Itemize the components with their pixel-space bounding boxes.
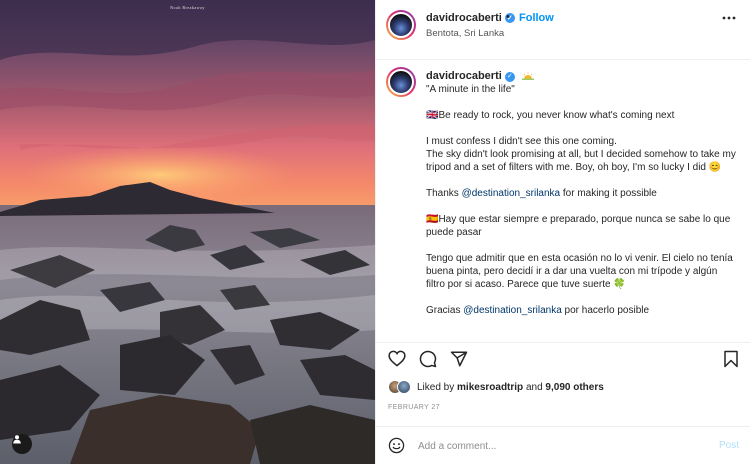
caption-username[interactable]: davidrocaberti: [426, 70, 502, 82]
photo-watermark: Noah Breakaway: [170, 5, 205, 10]
post-photo[interactable]: Noah Breakaway: [0, 0, 375, 464]
seascape-image: [0, 0, 375, 464]
avatar[interactable]: [386, 10, 416, 40]
separator-dot: •: [506, 11, 510, 23]
caption-thanks: Thanks @destination_srilanka for making …: [426, 187, 738, 200]
caption-paragraph: 🇬🇧Be ready to rock, you never know what'…: [426, 110, 675, 121]
caption-paragraph: 🇪🇸Hay que estar siempre e preparado, por…: [426, 214, 731, 238]
action-bar: [376, 342, 750, 374]
follow-button[interactable]: Follow: [519, 12, 554, 24]
caption-thanks-es: Gracias @destination_srilanka por hacerl…: [426, 304, 738, 317]
emoji-icon[interactable]: [388, 437, 405, 454]
caption-thanks-prefix: Thanks: [426, 188, 462, 199]
post-header: davidrocaberti ✓ • Follow Bentota, Sri La…: [376, 0, 750, 60]
likes-middle: and: [523, 381, 546, 393]
liker-username-link[interactable]: mikesroadtrip: [457, 382, 523, 393]
location-link[interactable]: Bentota, Sri Lanka: [426, 28, 504, 39]
more-options-icon[interactable]: [722, 16, 736, 20]
post-date[interactable]: FEBRUARY 27: [388, 404, 440, 411]
post-comment-button[interactable]: Post: [719, 440, 739, 451]
likes-prefix: Liked by: [417, 381, 458, 393]
mention-link[interactable]: @destination_srilanka: [462, 188, 561, 199]
heart-icon[interactable]: [388, 350, 406, 367]
comment-input[interactable]: [418, 436, 698, 456]
caption-thanks-suffix: for making it possible: [560, 188, 657, 199]
author-username-text[interactable]: davidrocaberti: [426, 12, 502, 24]
sunrise-emoji-icon: [521, 72, 534, 80]
author-username[interactable]: davidrocaberti ✓: [426, 12, 515, 24]
comment-icon[interactable]: [419, 350, 437, 368]
caption-avatar[interactable]: [386, 67, 416, 97]
likes-count-link[interactable]: 9,090 others: [545, 382, 603, 393]
liker-avatar[interactable]: [397, 380, 411, 394]
caption-section: davidrocaberti ✓ "A minute in the life" 🇬…: [376, 61, 750, 341]
post-side-panel: davidrocaberti ✓ • Follow Bentota, Sri La…: [375, 0, 750, 464]
bookmark-icon[interactable]: [723, 350, 739, 368]
comment-bar: Post: [376, 426, 750, 464]
share-icon[interactable]: [450, 350, 468, 368]
caption-title: "A minute in the life": [426, 84, 515, 95]
person-icon: [13, 435, 21, 444]
likes-summary: Liked by mikesroadtrip and 9,090 others: [388, 378, 604, 396]
caption-paragraph: Tengo que admitir que en esta ocasión no…: [426, 253, 733, 290]
caption-thanks-suffix: por hacerlo posible: [561, 305, 650, 316]
mention-link[interactable]: @destination_srilanka: [463, 305, 562, 316]
caption-paragraph: I must confess I didn't see this one com…: [426, 136, 736, 173]
tagged-users-button[interactable]: [12, 434, 32, 454]
verified-badge-icon: ✓: [504, 71, 515, 82]
caption-text: davidrocaberti ✓ "A minute in the life" 🇬…: [426, 70, 738, 330]
caption-thanks-prefix: Gracias: [426, 305, 464, 316]
likes-text: Liked by mikesroadtrip and 9,090 others: [417, 382, 604, 393]
